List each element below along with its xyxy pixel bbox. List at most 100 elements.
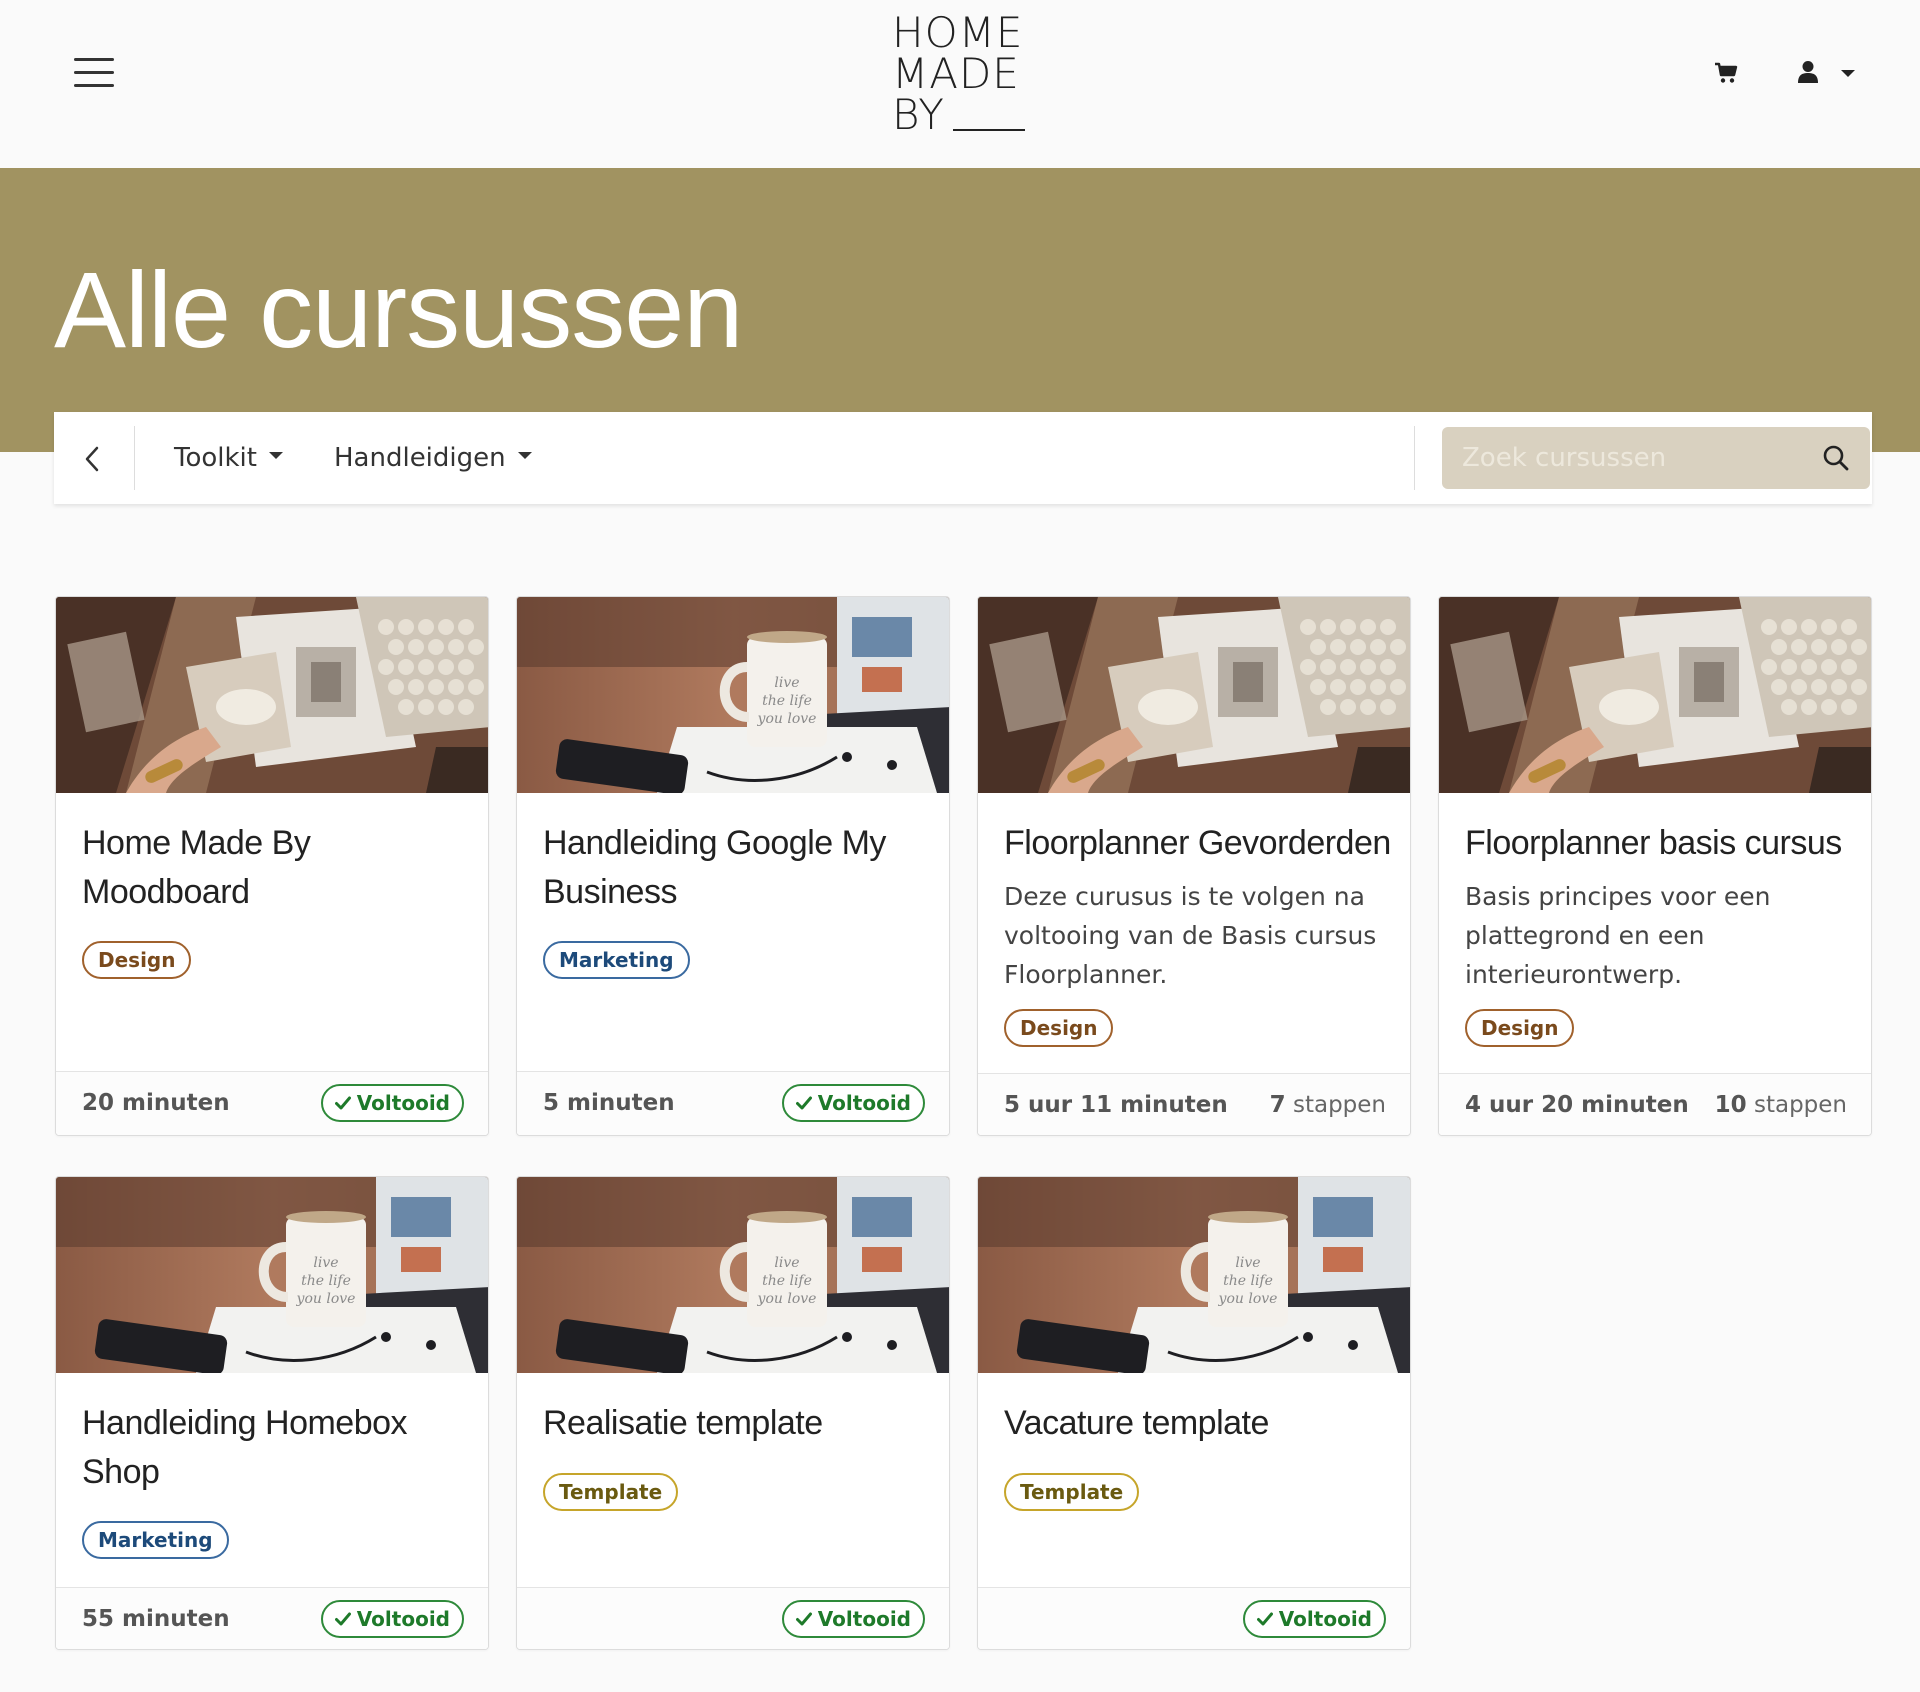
course-duration: 55 minuten xyxy=(82,1606,230,1632)
course-title: Handleiding Homebox Shop xyxy=(82,1404,408,1491)
chevron-down-icon xyxy=(1841,70,1855,77)
divider xyxy=(134,426,135,490)
svg-text:the life: the life xyxy=(301,1273,351,1289)
svg-text:live: live xyxy=(1235,1255,1260,1271)
check-icon xyxy=(334,1096,351,1110)
course-title: Handleiding Google My Business xyxy=(543,824,886,911)
course-card[interactable]: Floorplanner basis cursus Basis principe… xyxy=(1438,596,1872,1136)
svg-text:you love: you love xyxy=(296,1291,356,1307)
course-duration: 5 minuten xyxy=(543,1090,675,1116)
check-icon xyxy=(334,1612,351,1626)
course-card[interactable]: live the life you love Realisatie templa… xyxy=(516,1176,950,1650)
search-box xyxy=(1442,427,1870,489)
svg-text:the life: the life xyxy=(762,693,812,709)
menu-handleidigen[interactable]: Handleidigen xyxy=(334,438,532,478)
back-button[interactable] xyxy=(54,424,134,492)
course-image: live the life you love xyxy=(978,1177,1410,1373)
completed-badge: Voltooid xyxy=(781,1084,925,1122)
logo-line-1: HOME xyxy=(892,8,1024,57)
menu-toolkit[interactable]: Toolkit xyxy=(174,438,283,478)
course-title: Floorplanner basis cursus xyxy=(1465,824,1842,862)
cart-icon[interactable] xyxy=(1714,62,1738,84)
course-description: Basis principes voor een plattegrond en … xyxy=(1465,882,1771,989)
steps-count: 7 xyxy=(1269,1092,1286,1118)
steps-label: stappen xyxy=(1292,1092,1386,1118)
tag-badge: Marketing xyxy=(82,1521,229,1559)
course-card[interactable]: live the life you love Vacature template… xyxy=(977,1176,1411,1650)
chevron-left-icon xyxy=(85,446,99,472)
user-menu[interactable] xyxy=(1797,60,1859,86)
brand-logo[interactable]: HOME MADE BY xyxy=(892,8,1042,136)
filter-bar: Toolkit Handleidigen xyxy=(54,412,1872,504)
divider xyxy=(1414,426,1415,490)
course-steps: 10 stappen xyxy=(1715,1092,1847,1118)
course-steps: 7 stappen xyxy=(1270,1092,1386,1118)
caret-down-icon xyxy=(268,451,283,459)
card-footer: 5 uur 11 minuten 7 stappen xyxy=(978,1073,1410,1135)
check-icon xyxy=(1256,1612,1273,1626)
svg-text:live: live xyxy=(313,1255,338,1271)
tag-badge: Design xyxy=(1004,1009,1114,1047)
completed-label: Voltooid xyxy=(1278,1607,1372,1631)
svg-text:you love: you love xyxy=(1218,1291,1278,1307)
completed-badge: Voltooid xyxy=(320,1084,464,1122)
steps-label: stappen xyxy=(1753,1092,1847,1118)
svg-text:the life: the life xyxy=(762,1273,812,1289)
course-image: live the life you love xyxy=(517,597,949,793)
hamburger-menu-icon[interactable] xyxy=(74,58,114,88)
completed-badge: Voltooid xyxy=(781,1600,925,1638)
completed-badge: Voltooid xyxy=(1242,1600,1386,1638)
menu-handleidigen-label: Handleidigen xyxy=(334,443,506,473)
course-image: live the life you love xyxy=(56,1177,488,1373)
card-footer: 4 uur 20 minuten 10 stappen xyxy=(1439,1073,1871,1135)
moodboard-photo xyxy=(978,597,1410,793)
coffee-mug-photo: live the life you love xyxy=(978,1177,1410,1373)
page-title: Alle cursussen xyxy=(54,249,743,370)
logo-line-3: BY xyxy=(892,90,945,139)
card-footer: 20 minuten Voltooid xyxy=(56,1071,488,1135)
course-image xyxy=(1439,597,1871,793)
course-card[interactable]: live the life you love Handleiding Homeb… xyxy=(55,1176,489,1650)
search-icon[interactable] xyxy=(1822,444,1850,472)
logo-line-3-wrap: BY xyxy=(892,94,1042,136)
tag-badge: Design xyxy=(1465,1009,1575,1047)
hero-banner: Alle cursussen xyxy=(0,168,1920,452)
course-image xyxy=(978,597,1410,793)
svg-text:live: live xyxy=(774,675,799,691)
check-icon xyxy=(795,1096,812,1110)
card-footer: Voltooid xyxy=(978,1587,1410,1649)
course-card[interactable]: Home Made By Moodboard Design 20 minuten… xyxy=(55,596,489,1136)
course-duration: 20 minuten xyxy=(82,1090,230,1116)
course-title: Home Made By Moodboard xyxy=(82,824,311,911)
moodboard-photo xyxy=(56,597,488,793)
caret-down-icon xyxy=(517,451,532,459)
completed-label: Voltooid xyxy=(817,1607,911,1631)
card-footer: 55 minuten Voltooid xyxy=(56,1587,488,1649)
logo-underline xyxy=(952,129,1025,131)
card-footer: 5 minuten Voltooid xyxy=(517,1071,949,1135)
search-input[interactable] xyxy=(1442,427,1812,489)
course-image xyxy=(56,597,488,793)
svg-text:the life: the life xyxy=(1223,1273,1273,1289)
check-icon xyxy=(795,1612,812,1626)
coffee-mug-photo: live the life you love xyxy=(517,597,949,793)
logo-line-2: MADE xyxy=(892,49,1020,98)
course-image: live the life you love xyxy=(517,1177,949,1373)
course-title: Floorplanner Gevorderden xyxy=(1004,824,1391,862)
moodboard-photo xyxy=(1439,597,1871,793)
course-description: Deze curusus is te volgen na voltooing v… xyxy=(1004,882,1377,989)
tag-badge: Marketing xyxy=(543,941,690,979)
course-title: Realisatie template xyxy=(543,1404,823,1442)
user-icon xyxy=(1798,61,1818,83)
svg-text:you love: you love xyxy=(757,1291,817,1307)
completed-label: Voltooid xyxy=(817,1091,911,1115)
coffee-mug-photo: live the life you love xyxy=(517,1177,949,1373)
completed-label: Voltooid xyxy=(356,1607,450,1631)
course-card[interactable]: Floorplanner Gevorderden Deze curusus is… xyxy=(977,596,1411,1136)
course-duration: 4 uur 20 minuten xyxy=(1465,1092,1689,1118)
svg-text:you love: you love xyxy=(757,711,817,727)
coffee-mug-photo: live the life you love xyxy=(56,1177,488,1373)
completed-label: Voltooid xyxy=(356,1091,450,1115)
card-footer: Voltooid xyxy=(517,1587,949,1649)
course-card[interactable]: live the life you love Handleiding Googl… xyxy=(516,596,950,1136)
